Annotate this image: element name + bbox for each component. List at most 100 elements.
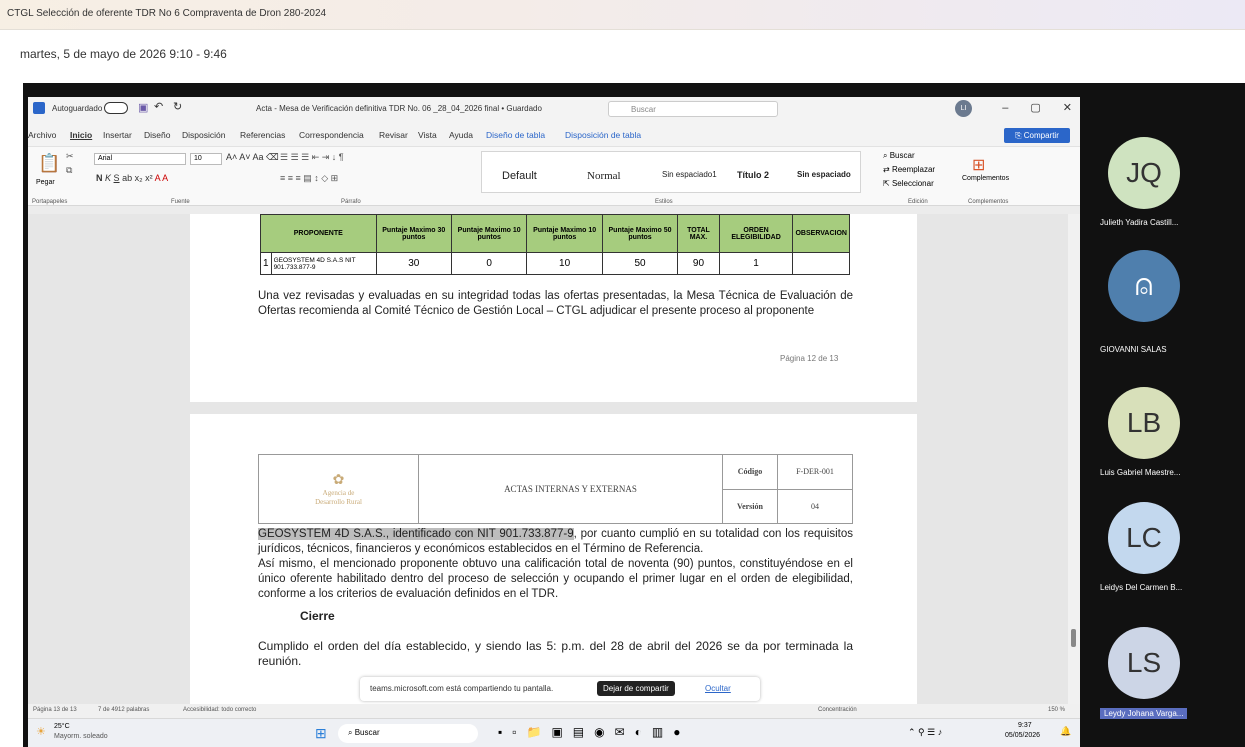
cut-icon[interactable]: ✂ bbox=[66, 151, 74, 162]
style-normal[interactable]: Normal bbox=[587, 170, 621, 182]
menu-ayuda[interactable]: Ayuda bbox=[449, 130, 473, 140]
undo-icon[interactable]: ↶ bbox=[154, 100, 163, 113]
header-title: ACTAS INTERNAS Y EXTERNAS bbox=[418, 454, 723, 524]
clock-date[interactable]: 05/05/2026 bbox=[1005, 732, 1040, 739]
paragraph-recommendation: Una vez revisadas y evaluadas en su inte… bbox=[258, 290, 853, 317]
notification-icon[interactable]: 🔔 bbox=[1060, 726, 1071, 737]
select-label: Seleccionar bbox=[891, 179, 934, 188]
participant-tile[interactable]: LS Leydy Johana Varga... bbox=[1092, 627, 1245, 747]
participant-tile[interactable]: ⍝ GIOVANNI SALAS bbox=[1092, 250, 1245, 370]
highlighted-company: GEOSYSTEM 4D S.A.S., identificado con NI… bbox=[258, 528, 574, 540]
participant-avatar: LS bbox=[1108, 627, 1180, 699]
tray-icons[interactable]: ⌃ ⚲ ☰ ♪ bbox=[908, 727, 942, 738]
restore-icon[interactable]: ▢ bbox=[1030, 102, 1040, 114]
font-size-select[interactable]: 10 bbox=[190, 153, 222, 165]
status-accessibility[interactable]: Accesibilidad: todo correcto bbox=[183, 707, 256, 713]
paragraph-score: Así mismo, el mencionado proponente obtu… bbox=[258, 558, 853, 600]
save-icon[interactable]: ▣ bbox=[138, 101, 148, 114]
participant-name: Leidys Del Carmen B... bbox=[1100, 583, 1183, 592]
autosave-toggle[interactable] bbox=[104, 102, 128, 114]
menu-diseno-tabla[interactable]: Diseño de tabla bbox=[486, 130, 545, 140]
weather-temp[interactable]: 25°C bbox=[54, 723, 70, 730]
style-default[interactable]: Default bbox=[502, 170, 537, 182]
addins-icon[interactable]: ⊞ bbox=[972, 155, 985, 175]
list-icons[interactable]: ☰ ☰ ☰ ⇤ ⇥ ↓ ¶ bbox=[280, 152, 344, 163]
replace-icon: ⇄ bbox=[883, 165, 892, 174]
windows-taskbar: ☀ 25°C Mayorm. soleado ⊞ ⌕ Buscar ▪▫📁▣▤◉… bbox=[28, 718, 1080, 747]
status-words[interactable]: 7 de 4912 palabras bbox=[98, 707, 149, 713]
share-text: teams.microsoft.com está compartiendo tu… bbox=[370, 684, 554, 693]
taskbar-search[interactable]: ⌕ Buscar bbox=[338, 724, 478, 743]
participant-avatar: LC bbox=[1108, 502, 1180, 574]
menu-insertar[interactable]: Insertar bbox=[103, 130, 132, 140]
paste-icon[interactable]: 📋 bbox=[38, 153, 60, 174]
select-button[interactable]: ⇱ Seleccionar bbox=[883, 179, 934, 188]
th-orden: ORDEN ELEGIBILIDAD bbox=[718, 214, 794, 253]
format-icons[interactable]: N K S ab x₂ x² A A bbox=[96, 173, 168, 183]
th-puntaje-10b: Puntaje Maximo 10 puntos bbox=[526, 214, 603, 253]
menu-diseno[interactable]: Diseño bbox=[144, 130, 170, 140]
participant-name: Luis Gabriel Maestre... bbox=[1100, 468, 1181, 477]
cell-num: 1 bbox=[260, 252, 272, 275]
group-edicion: Edición bbox=[908, 199, 928, 205]
weather-desc[interactable]: Mayorm. soleado bbox=[54, 733, 108, 740]
cell-name: GEOSYSTEM 4D S.A.S NIT 901.733.877-9 bbox=[270, 252, 377, 275]
copy-icon[interactable]: ⧉ bbox=[66, 165, 72, 176]
font-family-select[interactable]: Arial bbox=[94, 153, 186, 165]
cell-v4: 50 bbox=[601, 252, 679, 275]
find-button[interactable]: ⌕ Buscar bbox=[883, 151, 915, 161]
version-label: Versión bbox=[722, 488, 778, 524]
minimize-icon[interactable]: – bbox=[1002, 102, 1008, 114]
participant-tile[interactable]: LC Leidys Del Carmen B... bbox=[1092, 502, 1245, 622]
vertical-scrollbar[interactable] bbox=[1068, 214, 1080, 704]
menu-archivo[interactable]: Archivo bbox=[28, 130, 56, 140]
menu-disposicion-tabla[interactable]: Disposición de tabla bbox=[565, 130, 641, 140]
meeting-title-bar: CTGL Selección de oferente TDR No 6 Comp… bbox=[0, 0, 1245, 30]
screen-share-bar: teams.microsoft.com está compartiendo tu… bbox=[360, 677, 760, 701]
find-label: Buscar bbox=[889, 151, 915, 160]
menu-vista[interactable]: Vista bbox=[418, 130, 437, 140]
status-page[interactable]: Página 13 de 13 bbox=[33, 707, 77, 713]
hide-link[interactable]: Ocultar bbox=[705, 684, 731, 693]
font-grow-icon[interactable]: A˄ A˅ Aa ⌫ bbox=[226, 152, 279, 163]
scroll-thumb[interactable] bbox=[1071, 629, 1076, 647]
version-value: 04 bbox=[777, 488, 853, 524]
menu-correspondencia[interactable]: Correspondencia bbox=[299, 130, 364, 140]
style-titulo2[interactable]: Título 2 bbox=[737, 170, 769, 180]
document-area: PROPONENTE Puntaje Maximo 30 puntos Punt… bbox=[28, 214, 1068, 704]
document-page-13: ✿ Agencia de Desarrollo Rural ACTAS INTE… bbox=[190, 414, 917, 704]
group-portapapeles: Portapapeles bbox=[32, 199, 68, 205]
group-estilos: Estilos bbox=[655, 199, 673, 205]
status-focus[interactable]: Concentración bbox=[818, 707, 857, 713]
menu-disposicion[interactable]: Disposición bbox=[182, 130, 225, 140]
addins-label[interactable]: Complementos bbox=[962, 175, 1009, 182]
participant-tile[interactable]: LB Luis Gabriel Maestre... bbox=[1092, 387, 1245, 507]
windows-start-icon[interactable]: ⊞ bbox=[315, 725, 327, 742]
document-title[interactable]: Acta - Mesa de Verificación definitiva T… bbox=[256, 104, 542, 113]
clock-time[interactable]: 9:37 bbox=[1018, 722, 1032, 729]
align-icons[interactable]: ≡ ≡ ≡ ▤ ↕ ◇ ⊞ bbox=[280, 173, 338, 184]
user-avatar[interactable]: LI bbox=[955, 100, 972, 117]
menu-referencias[interactable]: Referencias bbox=[240, 130, 285, 140]
close-icon[interactable]: ✕ bbox=[1063, 102, 1072, 114]
group-parrafo: Párrafo bbox=[341, 199, 361, 205]
taskbar-app-icons[interactable]: ▪▫📁▣▤◉✉◐▥● bbox=[498, 725, 690, 739]
menu-revisar[interactable]: Revisar bbox=[379, 130, 408, 140]
redo-icon[interactable]: ↻ bbox=[173, 100, 182, 113]
window-controls: – ▢ ✕ bbox=[980, 101, 1072, 114]
menu-inicio[interactable]: Inicio bbox=[70, 130, 92, 140]
status-zoom[interactable]: 150 % bbox=[1048, 707, 1065, 713]
logo-line2: Desarrollo Rural bbox=[315, 497, 362, 506]
paste-label[interactable]: Pegar bbox=[36, 179, 55, 186]
replace-button[interactable]: ⇄ Reemplazar bbox=[883, 165, 935, 174]
cell-v2: 0 bbox=[450, 252, 528, 275]
style-sin-espaciado1[interactable]: Sin espaciado1 bbox=[662, 170, 717, 179]
share-button[interactable]: ⎘ Compartir bbox=[1004, 128, 1070, 143]
paragraph-adjudication: GEOSYSTEM 4D S.A.S., identificado con NI… bbox=[258, 527, 853, 557]
th-proponente: PROPONENTE bbox=[260, 214, 377, 253]
style-sin-espaciado[interactable]: Sin espaciado bbox=[797, 170, 851, 179]
cell-v5: 90 bbox=[677, 252, 720, 275]
word-search-box[interactable]: Buscar bbox=[608, 101, 778, 117]
participant-tile[interactable]: JQ Julieth Yadira Castill... bbox=[1092, 137, 1245, 257]
stop-sharing-button[interactable]: Dejar de compartir bbox=[597, 681, 675, 696]
